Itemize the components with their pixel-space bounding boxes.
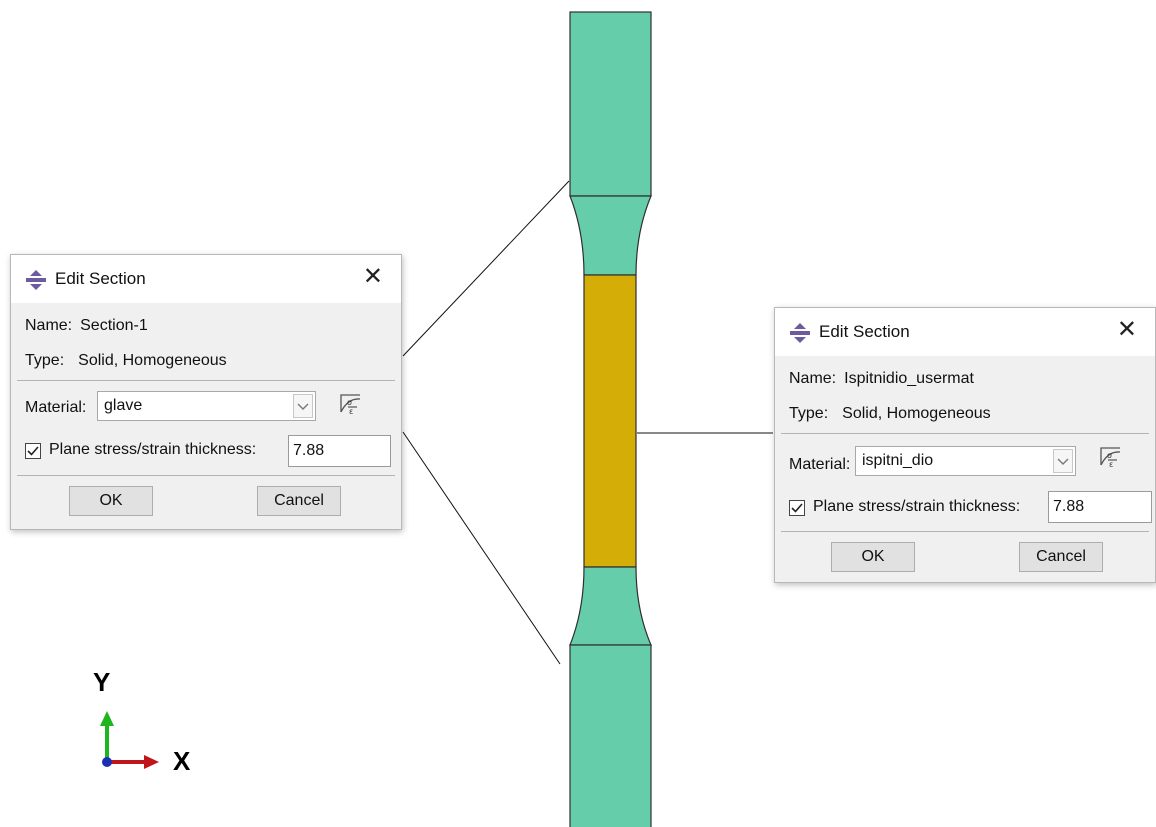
thickness-value: 7.88: [293, 442, 325, 459]
type-row: Type: Solid, Homogeneous: [25, 352, 227, 370]
checkmark-icon: [791, 503, 803, 513]
dialog-title: Edit Section: [55, 269, 146, 288]
type-label: Type:: [25, 352, 65, 369]
triad-z-axis: [102, 757, 112, 767]
leader-line-top: [402, 180, 570, 357]
divider: [17, 475, 395, 476]
triad-y-arrow: [100, 711, 114, 726]
name-row: Name: Section-1: [25, 317, 148, 335]
cancel-button[interactable]: Cancel: [257, 486, 341, 516]
bottom-transition[interactable]: [569, 566, 652, 646]
edit-section-dialog-right: Edit Section ✕ Name: Ispitnidio_usermat T…: [774, 307, 1156, 583]
divider: [781, 531, 1149, 532]
material-manager-icon[interactable]: σ ε: [1098, 445, 1124, 469]
type-value: Solid, Homogeneous: [78, 352, 227, 369]
divider: [17, 380, 395, 381]
edit-section-dialog-left: Edit Section ✕ Name: Section-1 Type: Solid…: [10, 254, 402, 530]
svg-text:ε: ε: [1109, 460, 1113, 469]
svg-text:σ: σ: [1107, 451, 1112, 460]
cancel-button[interactable]: Cancel: [1019, 542, 1103, 572]
svg-text:ε: ε: [349, 407, 353, 416]
material-select[interactable]: glave: [97, 391, 316, 421]
thickness-checkbox[interactable]: [789, 500, 805, 516]
section-icon: [790, 323, 810, 343]
top-grip[interactable]: [569, 11, 652, 197]
checkmark-icon: [27, 446, 39, 456]
thickness-input[interactable]: 7.88: [288, 435, 391, 467]
name-value: Section-1: [80, 317, 148, 334]
dialog-title: Edit Section: [819, 322, 910, 341]
top-transition[interactable]: [569, 195, 652, 276]
ok-button[interactable]: OK: [831, 542, 915, 572]
type-row: Type: Solid, Homogeneous: [789, 405, 991, 423]
ok-button[interactable]: OK: [69, 486, 153, 516]
material-label: Material:: [25, 399, 87, 416]
triad-y-label: Y: [93, 667, 111, 697]
type-value: Solid, Homogeneous: [842, 405, 991, 422]
thickness-value: 7.88: [1053, 498, 1085, 515]
name-row: Name: Ispitnidio_usermat: [789, 370, 974, 388]
bottom-grip[interactable]: [569, 644, 652, 827]
chevron-down-icon[interactable]: [293, 394, 313, 418]
material-label: Material:: [789, 456, 851, 473]
material-value: ispitni_dio: [862, 452, 934, 469]
thickness-label: Plane stress/strain thickness:: [49, 441, 257, 458]
leader-line-bottom: [402, 431, 561, 665]
close-icon[interactable]: ✕: [1117, 318, 1137, 342]
material-manager-icon[interactable]: σ ε: [338, 392, 364, 416]
name-label: Name:: [25, 317, 73, 334]
thickness-checkbox[interactable]: [25, 443, 41, 459]
material-select[interactable]: ispitni_dio: [855, 446, 1076, 476]
chevron-down-icon[interactable]: [1053, 449, 1073, 473]
thickness-label: Plane stress/strain thickness:: [813, 498, 1021, 515]
gauge-section[interactable]: [583, 274, 637, 568]
divider: [781, 433, 1149, 434]
titlebar[interactable]: Edit Section ✕: [775, 308, 1155, 356]
titlebar[interactable]: Edit Section ✕: [11, 255, 401, 303]
close-icon[interactable]: ✕: [363, 265, 383, 289]
name-label: Name:: [789, 370, 837, 387]
name-value: Ispitnidio_usermat: [844, 370, 974, 387]
section-icon: [26, 270, 46, 290]
triad-x-arrow: [144, 755, 159, 769]
triad-x-label: X: [173, 746, 191, 776]
type-label: Type:: [789, 405, 829, 422]
svg-text:σ: σ: [347, 398, 352, 407]
material-value: glave: [104, 397, 143, 414]
thickness-input[interactable]: 7.88: [1048, 491, 1152, 523]
